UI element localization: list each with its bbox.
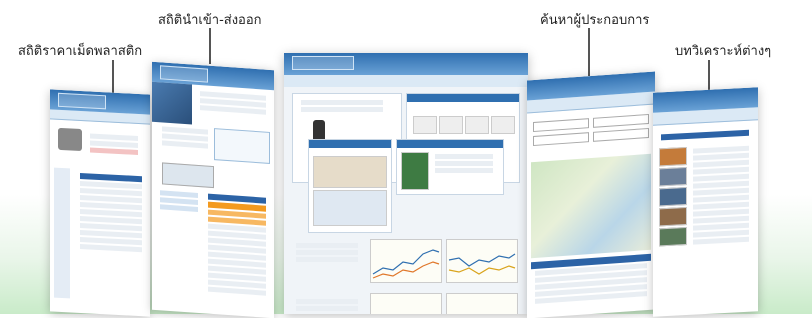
price-chart-1: [370, 239, 442, 283]
table-row: [80, 243, 142, 253]
text-line: [435, 168, 493, 173]
panel-mid-right: [396, 139, 504, 195]
form-preview: [162, 162, 214, 189]
text-line: [296, 299, 358, 304]
product-thumb: [465, 116, 489, 134]
text-line: [301, 107, 383, 112]
text-line: [693, 236, 749, 245]
site-logo: [292, 56, 354, 70]
callout-line-analysis-articles: [708, 60, 710, 92]
text-line: [435, 154, 493, 159]
article-image: [401, 152, 429, 190]
container-photo: [152, 81, 192, 125]
text-line: [90, 147, 138, 155]
screenshot-search: [527, 71, 655, 318]
screenshot-articles: [653, 87, 758, 317]
text-line: [301, 100, 383, 105]
text-line: [296, 306, 358, 311]
panel-mid-left: [308, 139, 392, 233]
operator-map[interactable]: [531, 153, 651, 259]
panel-title-bar: [309, 140, 391, 148]
callout-line-plastic-price: [112, 60, 114, 94]
search-select-1[interactable]: [533, 118, 589, 133]
bar-chart-1: [370, 293, 442, 314]
panel-title-bar: [407, 94, 519, 102]
section-title: [661, 129, 749, 141]
text-line: [296, 243, 358, 248]
callout-line-search-operators: [588, 28, 590, 76]
screenshot-home: [284, 53, 528, 314]
label-analysis-articles: บทวิเคราะห์ต่างๆ: [675, 44, 772, 59]
price-chart-2: [446, 239, 518, 283]
search-select-3[interactable]: [533, 132, 589, 147]
search-select-4[interactable]: [593, 127, 649, 142]
label-plastic-price-stats: สถิติราคาเม็ดพลาสติก: [18, 44, 143, 59]
text-line: [162, 140, 208, 149]
article-thumb: [659, 146, 687, 167]
article-thumb: [659, 206, 687, 227]
label-search-operators: ค้นหาผู้ประกอบการ: [540, 13, 650, 28]
site-header: [284, 53, 528, 75]
product-thumb: [491, 116, 515, 134]
text-line: [296, 250, 358, 255]
product-thumb: [413, 116, 437, 134]
banner-image: [313, 156, 387, 188]
article-thumb: [659, 166, 687, 187]
text-line: [296, 257, 358, 262]
text-line: [435, 161, 493, 166]
label-import-export-stats: สถิตินำเข้า-ส่งออก: [158, 13, 262, 28]
code-select-box[interactable]: [214, 128, 270, 164]
screenshot-import-export: [152, 61, 274, 318]
screenshot-plastic-price: [50, 89, 150, 317]
article-thumb: [659, 226, 687, 247]
price-icon: [58, 127, 82, 152]
article-thumb: [659, 186, 687, 207]
site-logo: [160, 65, 208, 83]
sidebar-column: [54, 167, 70, 299]
link-line[interactable]: [160, 204, 198, 212]
banner-image: [313, 190, 387, 226]
panel-title-bar: [397, 140, 503, 148]
product-thumb: [439, 116, 463, 134]
bar-chart-2: [446, 293, 518, 314]
search-select-2[interactable]: [593, 113, 649, 128]
site-logo: [58, 92, 106, 110]
callout-line-import-export: [209, 28, 211, 64]
